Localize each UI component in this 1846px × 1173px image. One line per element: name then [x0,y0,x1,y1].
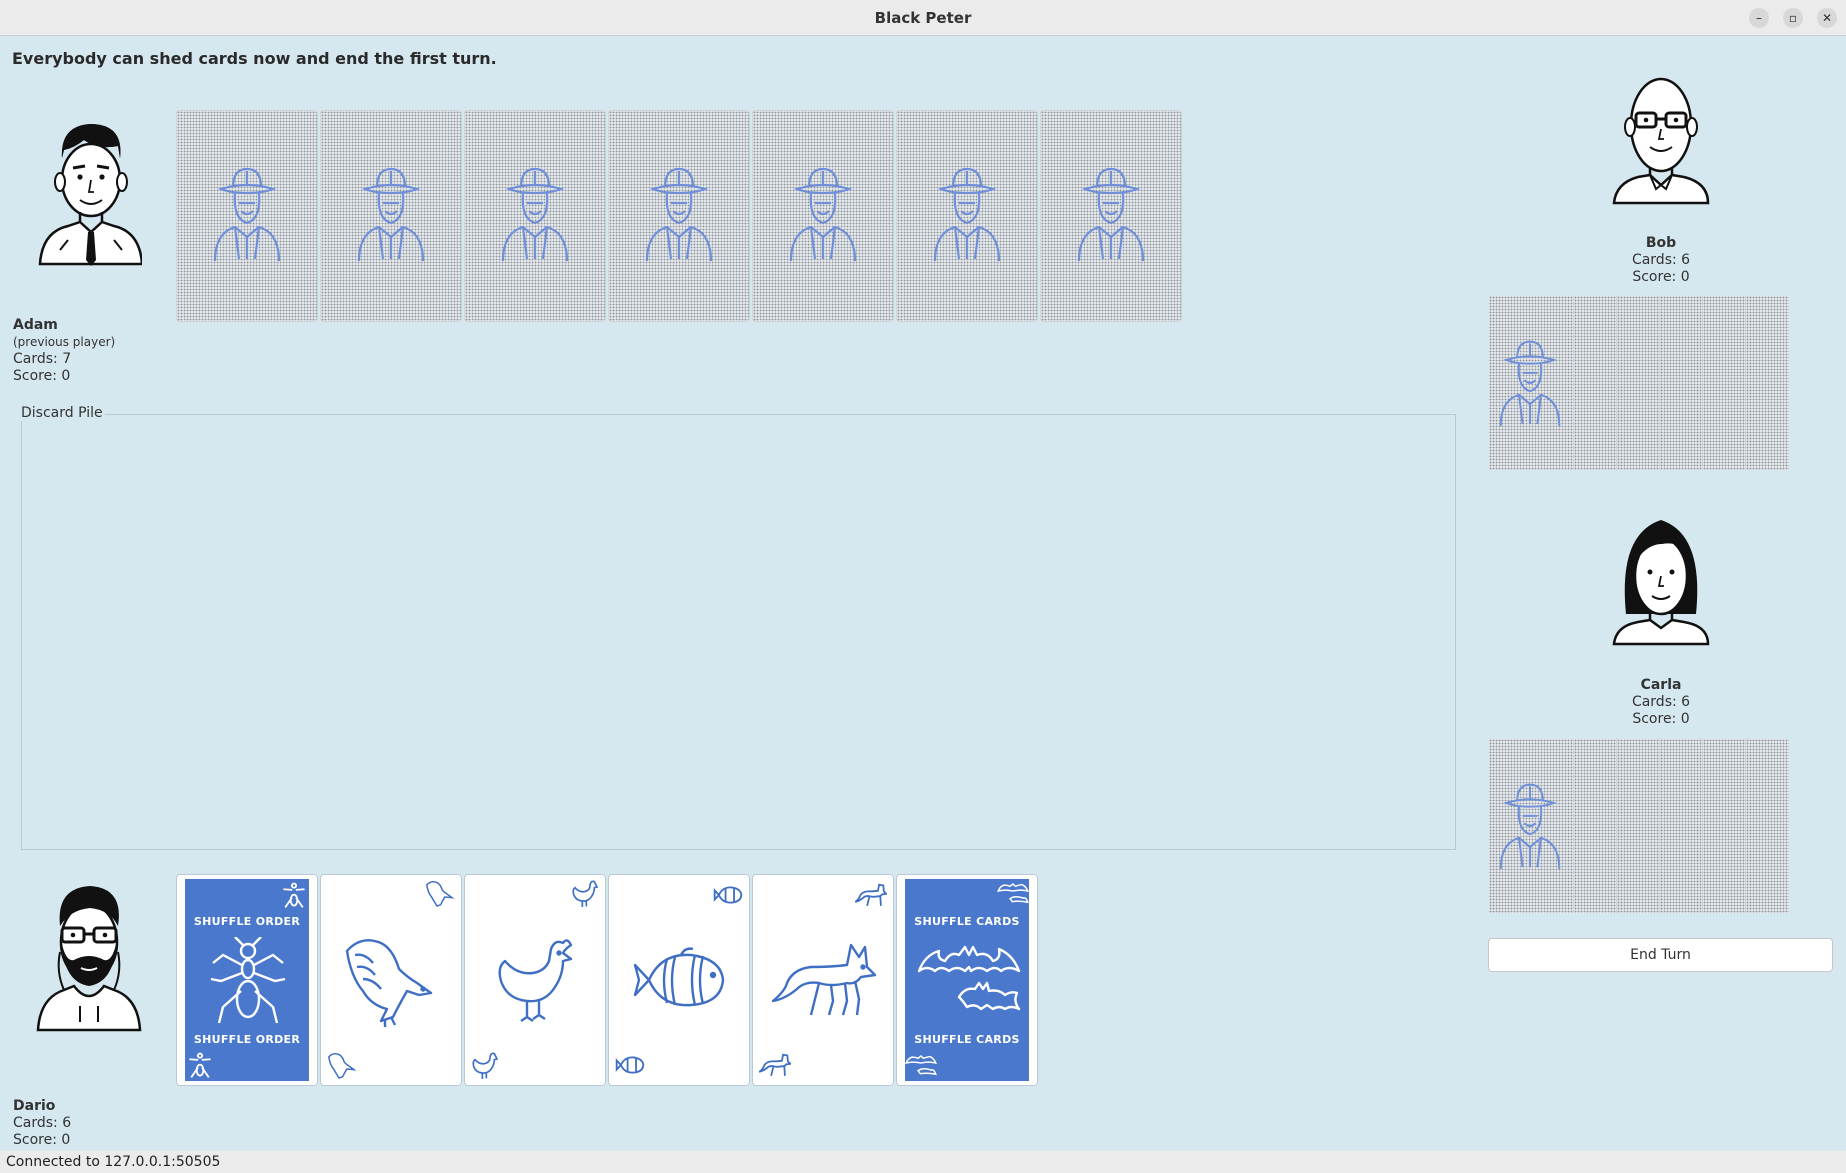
carla-info: Carla Cards: 6 Score: 0 [1581,677,1741,728]
black-peter-icon [357,167,425,263]
card-back[interactable] [1659,296,1702,470]
action-card-bottom-label: SHUFFLE ORDER [193,1033,301,1046]
card-back[interactable] [464,110,606,322]
adam-avatar [38,124,142,266]
player-name: Bob [1645,235,1677,251]
black-peter-icon [1499,340,1561,428]
adam-info: Adam (previous player) Cards: 7 Score: 0 [13,317,115,385]
player-note: (previous player) [13,335,116,349]
fox-icon [771,943,877,1016]
status-bar: Connected to 127.0.0.1:50505 [0,1151,1846,1173]
chicken-corner-icon [472,1052,499,1079]
clownfish-corner-icon [615,1056,645,1074]
eagle-corner-icon [426,881,455,907]
maximize-button[interactable]: ▫ [1783,8,1803,28]
player-score: Score: 0 [13,368,71,384]
card-back[interactable] [320,110,462,322]
black-peter-icon [1077,167,1145,263]
card-back[interactable] [1573,739,1616,913]
fox-corner-icon [759,1053,791,1077]
hand-card-eagle[interactable] [320,874,462,1086]
action-card-top-label: SHUFFLE CARDS [914,915,1020,928]
hand-card-fox[interactable] [752,874,894,1086]
connection-status: Connected to 127.0.0.1:50505 [6,1154,221,1170]
black-peter-icon [1499,783,1561,871]
card-back[interactable] [752,110,894,322]
end-turn-button[interactable]: End Turn [1488,938,1833,972]
card-back[interactable] [896,110,1038,322]
bob-hand [1489,296,1789,470]
bob-info: Bob Cards: 6 Score: 0 [1581,235,1741,286]
card-back[interactable] [608,110,750,322]
carla-avatar [1612,520,1710,646]
action-card-bottom-label: SHUFFLE CARDS [914,1033,1020,1046]
player-score: Score: 0 [1632,711,1690,727]
ant-corner-icon [189,1052,211,1078]
black-peter-icon [213,167,281,263]
minimize-button[interactable]: – [1749,8,1769,28]
carla-hand [1489,739,1789,913]
bat-icon [917,945,1021,1011]
bat-corner-icon [905,1054,937,1076]
player-card-count: Cards: 6 [1631,252,1691,268]
card-back[interactable] [1745,739,1789,913]
card-back[interactable] [1489,296,1573,470]
card-back[interactable] [1616,296,1659,470]
black-peter-icon [501,167,569,263]
player-card-count: Cards: 6 [13,1115,72,1131]
dario-avatar [36,886,142,1032]
hand-card-shuffle-cards[interactable]: SHUFFLE CARDS SHUFFLE CARDS [896,874,1038,1086]
player-score: Score: 0 [13,1132,71,1148]
hand-card-chicken[interactable] [464,874,606,1086]
player-name: Carla [1640,677,1682,693]
window-title: Black Peter [874,9,972,27]
black-peter-icon [645,167,713,263]
title-bar: Black Peter – ▫ ✕ [0,0,1846,36]
card-back[interactable] [1573,296,1616,470]
clownfish-icon [633,947,725,1007]
card-back[interactable] [1745,296,1789,470]
clownfish-corner-icon [713,886,743,904]
hand-card-clownfish[interactable] [608,874,750,1086]
hand-card-shuffle-order[interactable]: SHUFFLE ORDER SHUFFLE ORDER [176,874,318,1086]
eagle-icon [345,939,433,1027]
card-back[interactable] [1702,296,1745,470]
action-card-top-label: SHUFFLE ORDER [193,915,301,928]
close-button[interactable]: ✕ [1817,8,1837,28]
ant-corner-icon [283,882,305,908]
fox-corner-icon [855,883,887,907]
discard-pile[interactable] [21,414,1456,850]
card-back[interactable] [1702,739,1745,913]
bob-avatar [1612,77,1710,205]
dario-info: Dario Cards: 6 Score: 0 [13,1098,71,1149]
ant-icon [210,937,286,1024]
card-back[interactable] [1489,739,1573,913]
card-back[interactable] [1040,110,1182,322]
chicken-corner-icon [572,880,599,907]
black-peter-icon [933,167,1001,263]
card-back[interactable] [176,110,318,322]
card-back[interactable] [1616,739,1659,913]
action-card-face: SHUFFLE ORDER SHUFFLE ORDER [185,879,309,1081]
player-name: Dario [13,1098,56,1114]
player-name: Adam [13,317,58,333]
game-status-message: Everybody can shed cards now and end the… [12,49,497,68]
player-card-count: Cards: 7 [13,351,72,367]
eagle-corner-icon [328,1053,357,1079]
chicken-icon [498,939,573,1022]
player-score: Score: 0 [1632,269,1690,285]
card-back[interactable] [1659,739,1702,913]
action-card-face: SHUFFLE CARDS SHUFFLE CARDS [905,879,1029,1081]
discard-pile-label: Discard Pile [19,405,105,421]
black-peter-icon [789,167,857,263]
player-card-count: Cards: 6 [1631,694,1691,710]
bat-corner-icon [997,882,1029,904]
